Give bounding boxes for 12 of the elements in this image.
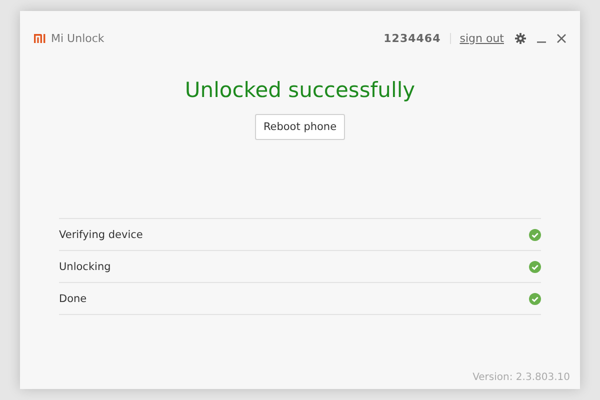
- app-title: Mi Unlock: [51, 32, 104, 44]
- logo-icon: [34, 34, 47, 42]
- sign-out-link[interactable]: sign out: [460, 32, 504, 44]
- step-label: Verifying device: [59, 228, 143, 240]
- status-heading: Unlocked successfully: [184, 78, 416, 102]
- version-label: Version: 2.3.803.10: [472, 372, 571, 385]
- step-label: Unlocking: [59, 260, 111, 272]
- step-label: Done: [59, 292, 87, 304]
- settings-icon[interactable]: [515, 32, 526, 44]
- close-icon[interactable]: [557, 34, 566, 42]
- account-id: 1234464: [384, 32, 441, 44]
- reboot-button[interactable]: Reboot phone: [255, 114, 345, 140]
